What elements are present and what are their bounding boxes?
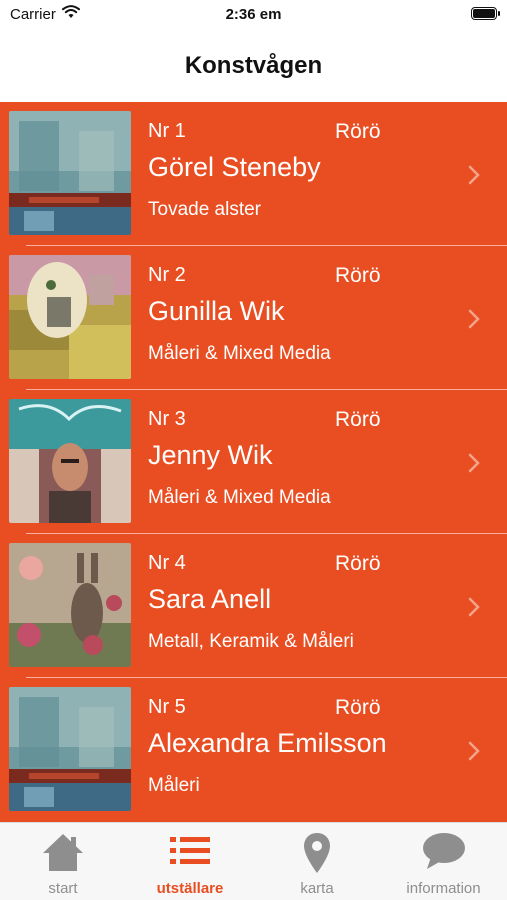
exhibitor-name: Alexandra Emilsson [148,728,387,758]
exhibitor-description: Tovade alster [148,199,262,220]
exhibitor-number: Nr 4 [148,552,186,574]
exhibitor-number: Nr 1 [148,120,186,142]
tab-label: start [48,880,78,897]
tab-information[interactable]: information [380,823,507,900]
exhibitor-place: Rörö [335,264,381,287]
artwork-thumbnail-4 [9,543,131,667]
tab-label: information [406,880,481,897]
exhibitor-row-3[interactable]: Nr 3 Rörö Jenny Wik Måleri & Mixed Media [0,390,507,534]
chevron-right-icon [468,741,480,761]
exhibitor-row-2[interactable]: Nr 2 Rörö Gunilla Wik Måleri & Mixed Med… [0,246,507,390]
exhibitor-place: Rörö [335,696,381,719]
artwork-thumbnail-2 [9,255,131,379]
exhibitor-row-1[interactable]: Nr 1 Rörö Görel Steneby Tovade alster [0,102,507,246]
status-bar: Carrier 2:36 em [0,0,507,30]
tab-bar: start utställare karta information [0,822,507,900]
map-pin-icon [304,833,330,873]
artwork-thumbnail-3 [9,399,131,523]
exhibitor-place: Rörö [335,408,381,431]
navigation-bar: Konstvågen [0,30,507,102]
home-icon [43,834,83,871]
exhibitor-description: Metall, Keramik & Måleri [148,631,354,652]
page-title: Konstvågen [184,52,323,79]
chevron-right-icon [468,597,480,617]
tab-label: karta [300,880,334,897]
exhibitor-name: Sara Anell [148,584,272,614]
exhibitor-place: Rörö [335,552,381,575]
tab-utstallare[interactable]: utställare [126,823,254,900]
tab-start[interactable]: start [0,823,126,900]
exhibitor-number: Nr 5 [148,696,186,718]
exhibitor-number: Nr 3 [148,408,186,430]
exhibitor-description: Måleri & Mixed Media [148,343,331,364]
chevron-right-icon [468,165,480,185]
battery-icon [471,7,500,20]
status-time: 2:36 em [225,6,282,23]
exhibitor-description: Måleri [148,775,200,796]
list-icon [170,837,210,864]
exhibitor-list[interactable]: Nr 1 Rörö Görel Steneby Tovade alster Nr… [0,102,507,822]
chevron-right-icon [468,453,480,473]
exhibitor-row-4[interactable]: Nr 4 Rörö Sara Anell Metall, Keramik & M… [0,534,507,678]
speech-bubble-icon [422,833,465,869]
exhibitor-row-5[interactable]: Nr 5 Rörö Alexandra Emilsson Måleri [0,678,507,822]
artwork-thumbnail-1 [9,111,131,235]
tab-karta[interactable]: karta [254,823,380,900]
tab-label: utställare [156,880,224,897]
exhibitor-place: Rörö [335,120,381,143]
exhibitor-name: Jenny Wik [148,440,273,470]
artwork-thumbnail-5 [9,687,131,811]
exhibitor-name: Görel Steneby [148,152,321,182]
exhibitor-name: Gunilla Wik [148,296,285,326]
exhibitor-description: Måleri & Mixed Media [148,487,331,508]
exhibitor-number: Nr 2 [148,264,186,286]
chevron-right-icon [468,309,480,329]
